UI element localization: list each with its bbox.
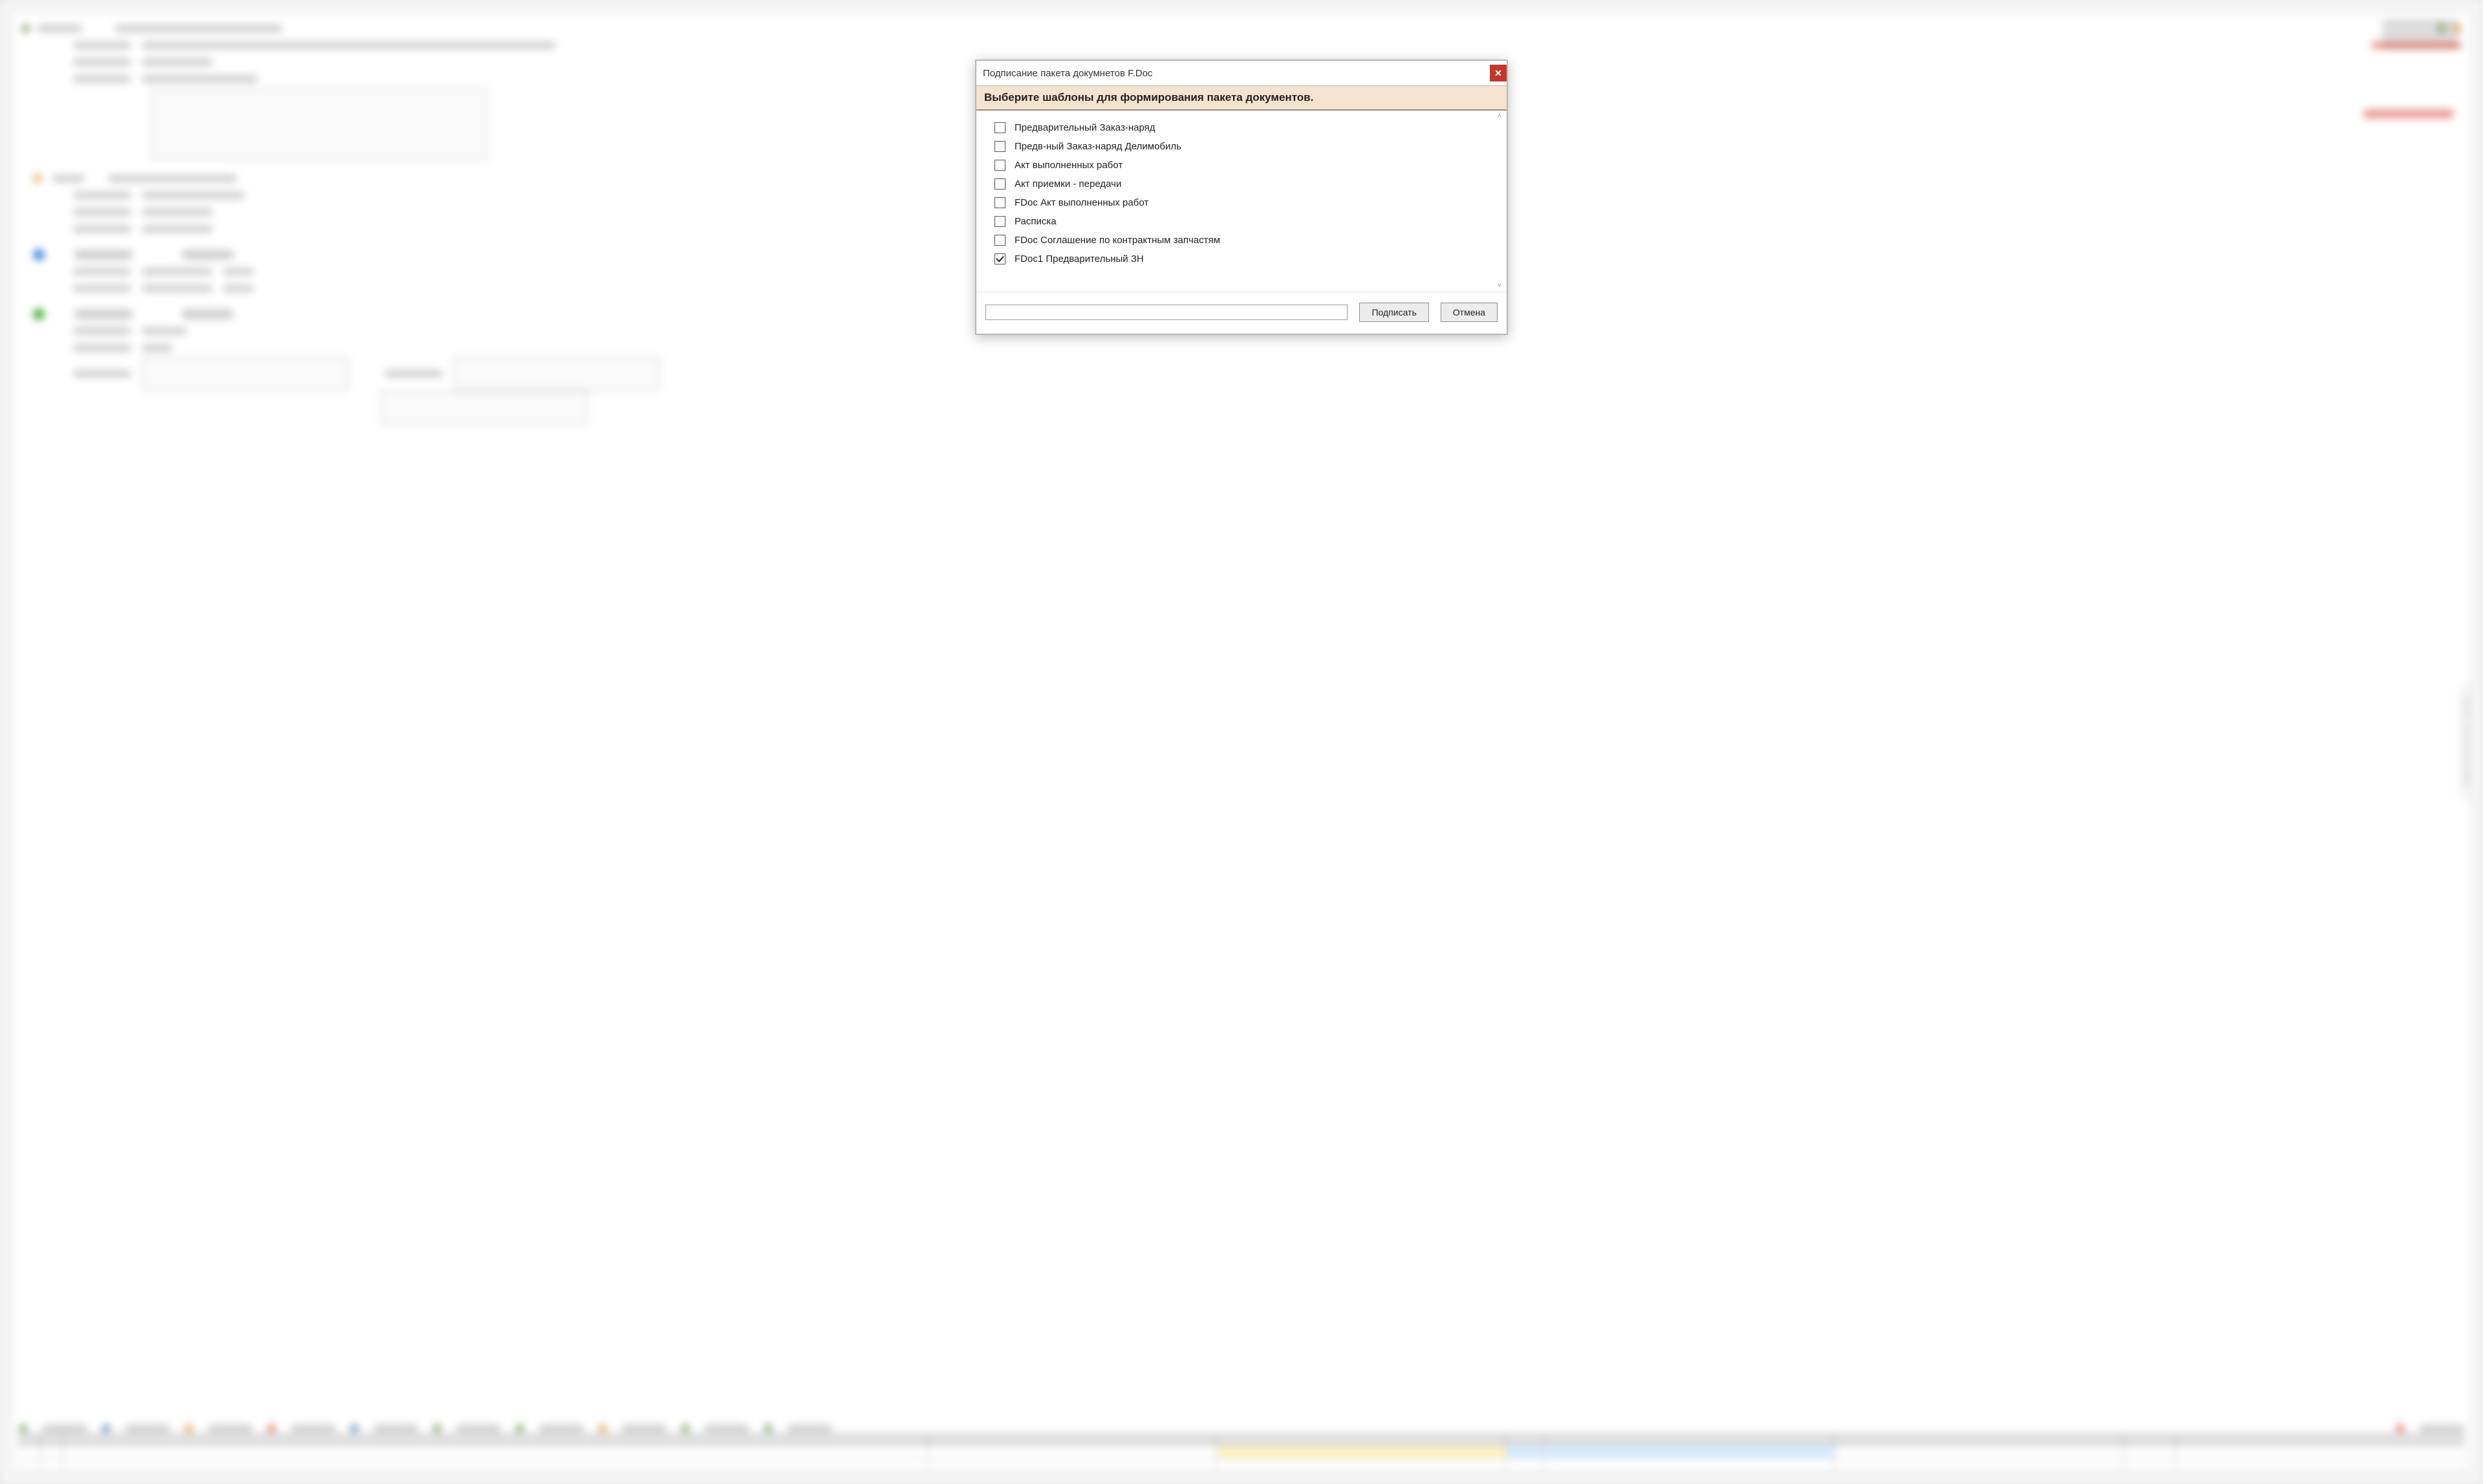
scroll-down-icon[interactable]: ˅ [1495, 281, 1504, 290]
template-checkbox[interactable] [994, 122, 1005, 133]
template-label: Расписка [1015, 216, 1057, 227]
template-checkbox[interactable] [994, 235, 1005, 246]
cancel-button[interactable]: Отмена [1441, 303, 1498, 322]
template-label: Акт приемки - передачи [1015, 178, 1121, 189]
modal-banner: Выберите шаблоны для формирования пакета… [976, 85, 1507, 111]
modal-footer: Подписать Отмена [976, 292, 1507, 334]
close-button[interactable]: ✕ [1490, 65, 1507, 81]
template-label: Предварительный Заказ-наряд [1015, 122, 1156, 133]
template-label: Акт выполненных работ [1015, 160, 1123, 171]
scroll-up-icon[interactable]: ˄ [1495, 112, 1504, 121]
modal-titlebar: Подписание пакета докумнетов F.Doc ✕ [976, 61, 1507, 85]
close-icon: ✕ [1494, 68, 1502, 79]
template-label: FDoc1 Предварительный ЗН [1015, 253, 1144, 264]
template-option[interactable]: Расписка [994, 212, 1489, 231]
template-option[interactable]: Акт приемки - передачи [994, 175, 1489, 193]
template-option[interactable]: FDoc1 Предварительный ЗН [994, 250, 1489, 268]
template-checkbox[interactable] [994, 141, 1005, 152]
template-checkbox[interactable] [994, 216, 1005, 227]
template-checkbox[interactable] [994, 178, 1005, 189]
sign-button[interactable]: Подписать [1359, 303, 1428, 322]
template-label: FDoc Соглашение по контрактным запчастям [1015, 235, 1220, 246]
modal-title-text: Подписание пакета докумнетов F.Doc [983, 68, 1152, 79]
template-option[interactable]: Акт выполненных работ [994, 156, 1489, 175]
template-label: Предв-ный Заказ-наряд Делимобиль [1015, 141, 1181, 152]
template-option[interactable]: FDoc Акт выполненных работ [994, 193, 1489, 212]
template-checkbox[interactable] [994, 160, 1005, 171]
template-checkbox[interactable] [994, 253, 1005, 264]
fdoc-sign-modal: Подписание пакета докумнетов F.Doc ✕ Выб… [975, 59, 1508, 335]
template-label: FDoc Акт выполненных работ [1015, 197, 1148, 208]
template-list: Предварительный Заказ-наряд Предв-ный Зак… [976, 111, 1507, 292]
template-option[interactable]: Предварительный Заказ-наряд [994, 118, 1489, 137]
footer-text-input[interactable] [985, 305, 1348, 320]
template-checkbox[interactable] [994, 197, 1005, 208]
template-option[interactable]: Предв-ный Заказ-наряд Делимобиль [994, 137, 1489, 156]
template-option[interactable]: FDoc Соглашение по контрактным запчастям [994, 231, 1489, 250]
